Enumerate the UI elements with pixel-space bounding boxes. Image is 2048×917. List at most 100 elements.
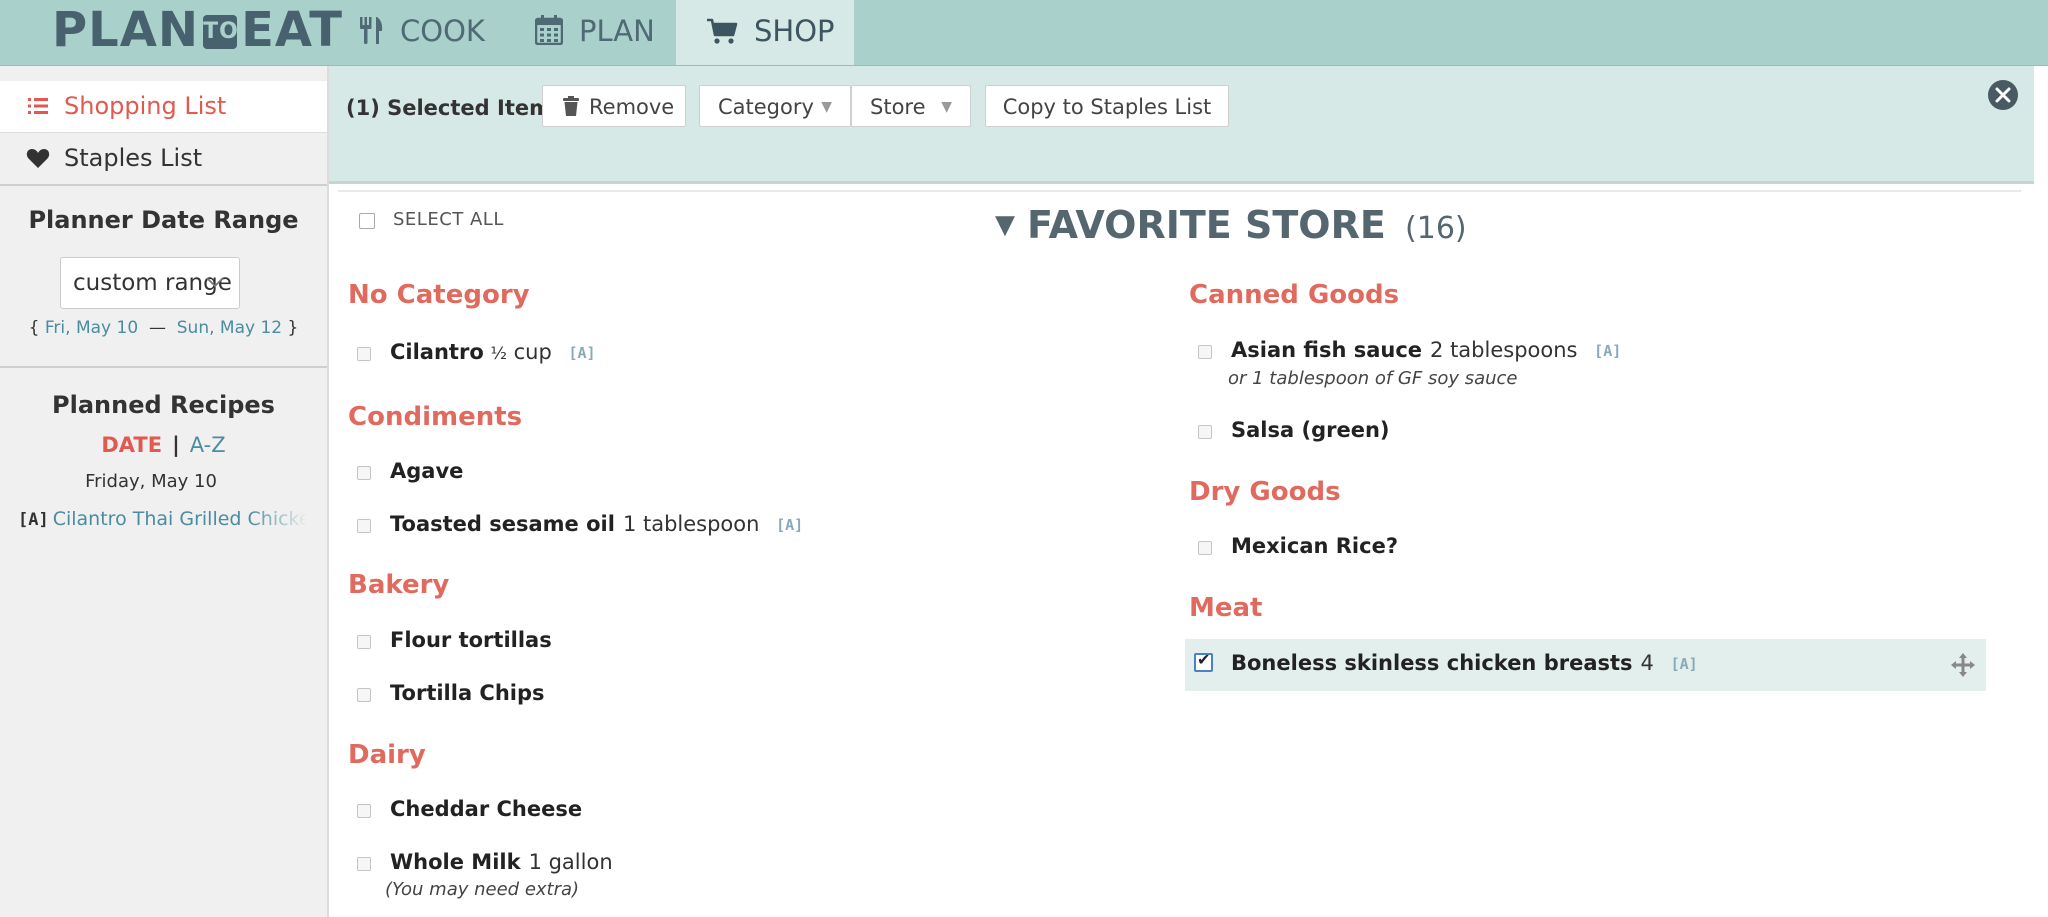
item-name: Agave [390, 459, 464, 483]
item-checkbox-checked[interactable]: ✔ [1194, 650, 1213, 672]
sort-toggle: DATE | A-Z [0, 433, 327, 457]
item-checkbox[interactable] [357, 857, 371, 871]
logo-text-right: EAT [241, 2, 344, 58]
fork-knife-icon [360, 17, 383, 44]
date-range-select[interactable]: custom range [60, 257, 240, 309]
item-checkbox[interactable] [357, 466, 371, 480]
item-checkbox[interactable] [357, 635, 371, 649]
recipe-tag: [A] [1670, 655, 1698, 673]
list-item[interactable]: Toasted sesame oil 1 tablespoon [A] [390, 512, 803, 536]
store-item-count: (16) [1405, 211, 1467, 246]
planned-day-label: Friday, May 10 [85, 471, 217, 492]
category-dropdown[interactable]: Category ▼ [699, 85, 851, 127]
item-checkbox[interactable] [357, 688, 371, 702]
item-checkbox[interactable] [357, 347, 371, 361]
logo-text-left: PLAN [52, 2, 200, 58]
cart-icon [707, 18, 738, 44]
item-quantity: 1 tablespoon [622, 512, 760, 536]
list-item[interactable]: Asian fish sauce 2 tablespoons [A] [1231, 338, 1621, 362]
list-item[interactable]: Cheddar Cheese [390, 797, 582, 821]
item-checkbox[interactable] [357, 804, 371, 818]
heart-icon [26, 133, 50, 183]
divider [338, 190, 2021, 192]
brace-open: { [28, 318, 40, 338]
calendar-icon [534, 15, 564, 46]
logo-mark: TO [203, 15, 238, 49]
selected-items-label: (1) Selected Items: [346, 96, 572, 120]
divider [0, 184, 327, 186]
list-item[interactable]: Mexican Rice? [1231, 534, 1398, 558]
item-name: Cilantro [390, 340, 484, 364]
list-item[interactable]: Cilantro ½ cup [A] [390, 340, 596, 364]
item-checkbox[interactable] [1198, 541, 1212, 555]
list-item[interactable]: Agave [390, 459, 463, 483]
list-item[interactable]: Whole Milk 1 gallon [390, 850, 613, 874]
item-fraction: ½ [490, 344, 507, 364]
remove-button-label: Remove [589, 95, 675, 119]
close-icon[interactable] [1987, 79, 2019, 115]
category-condiments: Condiments [348, 402, 523, 432]
list-icon [28, 81, 50, 131]
store-dropdown[interactable]: Store ▼ [851, 85, 971, 127]
recipe-tag: [A] [18, 510, 49, 530]
sort-by-date[interactable]: DATE [101, 433, 162, 457]
fade-overlay [248, 508, 308, 530]
list-item[interactable]: Boneless skinless chicken breasts 4 [A] [1231, 651, 1698, 675]
item-name: Asian fish sauce [1231, 338, 1423, 362]
item-note: (You may need extra) [385, 879, 580, 900]
tab-shop-label: SHOP [754, 14, 835, 48]
tab-cook[interactable]: COOK [358, 0, 485, 65]
item-name: Cheddar Cheese [390, 797, 583, 821]
store-dropdown-label: Store [870, 95, 926, 119]
tab-plan[interactable]: PLAN [534, 0, 655, 65]
drag-move-icon[interactable] [1950, 652, 1976, 682]
sidebar-item-label: Shopping List [64, 92, 227, 120]
date-range-end[interactable]: Sun, May 12 [177, 318, 282, 338]
item-checkbox[interactable] [1198, 345, 1212, 359]
collapse-triangle-icon: ▼ [995, 210, 1015, 240]
selection-action-bar: (1) Selected Items: Remove Category ▼ St… [329, 66, 2034, 184]
category-meat: Meat [1189, 593, 1263, 623]
item-quantity: 4 [1640, 651, 1654, 675]
list-item[interactable]: Tortilla Chips [390, 681, 545, 705]
brace-close: } [287, 318, 299, 338]
sort-separator: | [172, 433, 180, 457]
sort-by-az[interactable]: A-Z [190, 433, 226, 457]
logo[interactable]: PLAN TOEAT [52, 2, 343, 58]
copy-to-staples-button[interactable]: Copy to Staples List [985, 85, 1229, 127]
item-checkbox[interactable] [1198, 425, 1212, 439]
recipe-tag: [A] [1594, 342, 1622, 360]
planned-recipes-heading: Planned Recipes [52, 391, 275, 419]
date-range-dash: — [148, 318, 166, 338]
sidebar-item-shopping-list[interactable]: Shopping List [0, 81, 327, 133]
item-name: Flour tortillas [390, 628, 552, 652]
date-range-start[interactable]: Fri, May 10 [45, 318, 138, 338]
store-name: FAVORITE STORE [1027, 203, 1386, 247]
recipe-tag: [A] [776, 516, 804, 534]
item-name: Whole Milk [390, 850, 521, 874]
item-name: Mexican Rice? [1231, 534, 1399, 558]
item-note: or 1 tablespoon of GF soy sauce [1228, 368, 1518, 389]
planned-recipe-link[interactable]: [A] Cilantro Thai Grilled Chicken [18, 508, 308, 530]
store-heading[interactable]: ▼ FAVORITE STORE (16) [995, 203, 1467, 247]
item-quantity: 1 gallon [528, 850, 613, 874]
divider [0, 366, 327, 368]
category-bakery: Bakery [348, 570, 450, 600]
tab-shop[interactable]: SHOP [676, 0, 854, 65]
category-no-category: No Category [348, 280, 530, 310]
item-name: Boneless skinless chicken breasts [1231, 651, 1633, 675]
category-canned-goods: Canned Goods [1189, 280, 1400, 310]
caret-down-icon: ▼ [941, 99, 952, 115]
sidebar-item-staples-list[interactable]: Staples List [0, 133, 327, 185]
category-dairy: Dairy [348, 740, 426, 770]
date-range-text: { Fri, May 10 — Sun, May 12 } [0, 318, 327, 338]
category-dry-goods: Dry Goods [1189, 477, 1341, 507]
item-checkbox[interactable] [357, 519, 371, 533]
select-all-label[interactable]: SELECT ALL [393, 209, 504, 230]
select-all-checkbox[interactable] [359, 213, 375, 229]
checkmark-icon: ✔ [1197, 650, 1211, 669]
list-item[interactable]: Salsa (green) [1231, 418, 1390, 442]
item-name: Toasted sesame oil [390, 512, 615, 536]
remove-button[interactable]: Remove [542, 85, 686, 127]
list-item[interactable]: Flour tortillas [390, 628, 552, 652]
